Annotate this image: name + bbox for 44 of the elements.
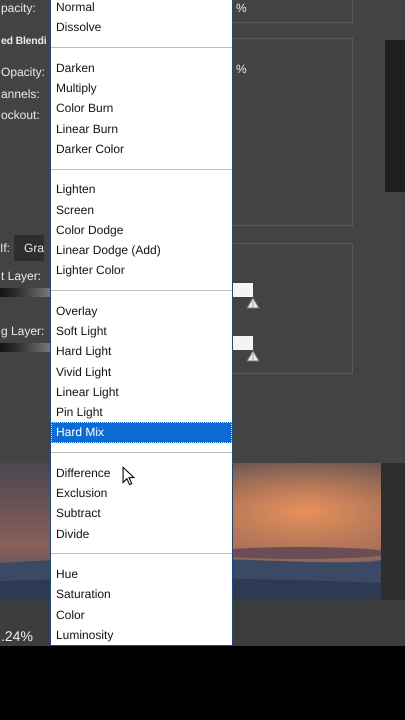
percent-label: % (236, 62, 247, 76)
field-label: ed Blendi (1, 34, 46, 49)
menu-item[interactable]: Color Dodge (51, 220, 232, 240)
field-label: pacity: (1, 0, 36, 16)
menu-item[interactable]: Linear Light (51, 382, 232, 402)
menu-item[interactable]: Color Burn (51, 98, 232, 118)
menu-item[interactable]: Divide (51, 524, 232, 544)
menu-item[interactable]: Difference (51, 462, 232, 483)
menu-item[interactable]: Linear Dodge (Add) (51, 240, 232, 260)
menu-item[interactable]: Hue (51, 564, 232, 584)
field-label: Opacity: (1, 64, 46, 80)
slider-handle[interactable] (246, 297, 260, 309)
menu-item[interactable]: Darken (51, 58, 232, 78)
zoom-level: .24% (1, 628, 33, 644)
menu-item[interactable]: Pin Light (51, 402, 232, 422)
menu-item[interactable]: Soft Light (51, 321, 232, 342)
menu-item[interactable]: Saturation (51, 584, 232, 604)
field-label: t Layer: (1, 268, 42, 284)
field-label: annels: (1, 86, 40, 102)
menu-item[interactable]: Color (51, 604, 232, 625)
gradient-bar (0, 343, 50, 352)
cursor-icon (122, 466, 135, 486)
field-label: If: (0, 240, 10, 256)
gradient-bar (0, 288, 50, 297)
percent-label: % (236, 1, 247, 15)
menu-item[interactable]: Lighter Color (51, 260, 232, 280)
menu-item[interactable]: Luminosity (51, 624, 232, 645)
menu-item[interactable]: Linear Burn (51, 118, 232, 139)
field-label: ockout: (1, 107, 40, 123)
menu-item[interactable]: Multiply (51, 78, 232, 98)
slider-handle[interactable] (246, 350, 260, 362)
field-label: g Layer: (1, 323, 44, 339)
menu-item[interactable]: Dissolve (51, 17, 232, 38)
menu-item[interactable]: Exclusion (51, 483, 232, 504)
menu-item[interactable]: Hard Light (51, 341, 232, 362)
menu-item[interactable]: Subtract (51, 503, 232, 524)
menu-item[interactable]: Hard Mix (51, 422, 232, 442)
menu-item[interactable]: Lighten (51, 179, 232, 200)
menu-item[interactable]: Vivid Light (51, 362, 232, 382)
channel-dropdown[interactable]: Gra (14, 235, 44, 261)
menu-item[interactable]: Darker Color (51, 138, 232, 159)
menu-item[interactable]: Screen (51, 200, 232, 220)
menu-item[interactable]: Normal (51, 0, 232, 18)
menu-item[interactable]: Overlay (51, 300, 232, 321)
